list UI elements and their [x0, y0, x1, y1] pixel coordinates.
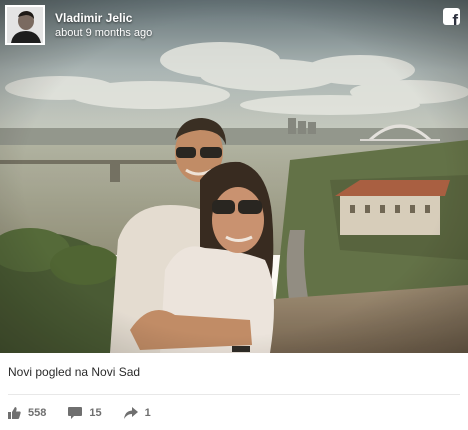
post-photo[interactable]: Vladimir Jelic about 9 months ago f	[0, 0, 468, 353]
thumbs-up-icon	[8, 407, 21, 419]
avatar[interactable]	[5, 5, 45, 45]
author-name[interactable]: Vladimir Jelic	[55, 11, 132, 25]
shares-stat[interactable]: 1	[123, 407, 151, 419]
comments-stat[interactable]: 15	[68, 407, 102, 419]
post-stats: 558 15 1	[8, 405, 173, 421]
divider	[8, 394, 460, 395]
comments-count: 15	[89, 407, 102, 419]
likes-stat[interactable]: 558	[8, 407, 46, 419]
facebook-icon[interactable]: f	[443, 8, 460, 25]
post-header: Vladimir Jelic about 9 months ago f	[0, 0, 468, 56]
likes-count: 558	[28, 407, 47, 419]
comment-icon	[68, 407, 83, 419]
avatar-image	[7, 7, 43, 43]
share-icon	[123, 407, 138, 419]
facebook-post-card: Vladimir Jelic about 9 months ago f Novi…	[0, 0, 468, 430]
shares-count: 1	[144, 407, 151, 419]
post-timestamp[interactable]: about 9 months ago	[55, 27, 152, 39]
post-caption: Novi pogled na Novi Sad	[8, 365, 141, 379]
